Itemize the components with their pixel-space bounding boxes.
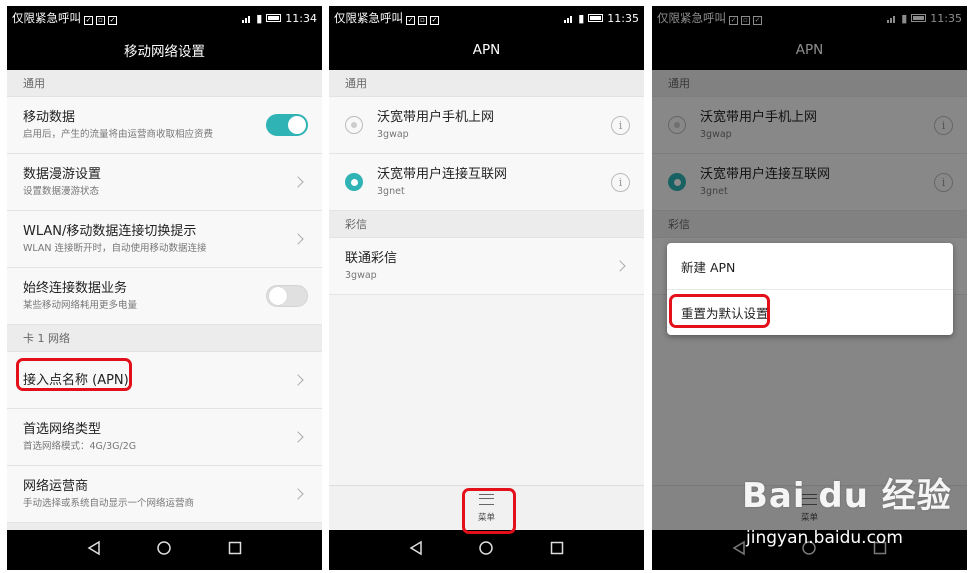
apn-name: 联通彩信 [345, 250, 398, 266]
info-icon[interactable]: i [611, 172, 630, 192]
carrier-text: 仅限紧急呼叫 [334, 11, 403, 25]
clock-text: 11:35 [607, 11, 639, 25]
apn-name: 沃宽带用户连接互联网 [377, 166, 508, 182]
setting-apn[interactable]: 接入点名称 (APN) [7, 352, 322, 409]
back-icon[interactable] [86, 540, 102, 560]
apn-list: 通用 沃宽带用户手机上网 3gwap i 沃宽带用户连接互联网 3gnet i 彩信… [329, 70, 644, 295]
status-bar: 仅限紧急呼叫 ✓ ▫ ✓ ▮ 11:35 [329, 6, 644, 30]
setting-title: WLAN/移动数据连接切换提示 [23, 223, 197, 239]
radio-button[interactable] [345, 116, 363, 134]
setting-title: 移动数据 [23, 109, 76, 125]
image-icon: ▫ [96, 16, 105, 25]
home-icon[interactable] [156, 540, 172, 560]
status-bar: 仅限紧急呼叫 ✓ ▫ ✓ ▮ 11:34 [7, 6, 322, 30]
apn-value: 3gwap [345, 269, 377, 281]
navigation-bar [7, 530, 322, 570]
setting-title: 接入点名称 (APN) [23, 372, 129, 388]
apn-name: 沃宽带用户手机上网 [377, 109, 495, 125]
hamburger-icon [478, 493, 494, 505]
page-title: 移动网络设置 [7, 30, 322, 70]
apn-item-3gwap[interactable]: 沃宽带用户手机上网 3gwap i [329, 97, 644, 154]
signal-icon [564, 14, 574, 23]
setting-title: 网络运营商 [23, 478, 89, 494]
page-title: APN [329, 30, 644, 70]
menu-item-new-apn[interactable]: 新建 APN [667, 243, 953, 289]
notification-icon: ✓ [406, 16, 415, 25]
menu-button[interactable]: 菜单 [477, 493, 495, 523]
chevron-right-icon [292, 374, 304, 386]
notification-icon: ✓ [84, 16, 93, 25]
recent-apps-icon[interactable] [227, 540, 243, 560]
section-header-general: 通用 [7, 70, 322, 97]
setting-subtitle: 设置数据漫游状态 [23, 185, 100, 197]
options-menu-dialog: 新建 APN 重置为默认设置 [667, 243, 953, 335]
phone-screen-apn-list: 仅限紧急呼叫 ✓ ▫ ✓ ▮ 11:35 APN 通用 沃宽带用户手机上网 3gwap … [329, 6, 644, 570]
battery-icon [266, 14, 282, 22]
info-icon[interactable]: i [611, 115, 630, 135]
menu-label: 菜单 [477, 512, 495, 523]
baidu-watermark-logo: Bai du 经验 [742, 476, 952, 516]
setting-subtitle: 启用后，产生的流量将由运营商收取相应资费 [23, 128, 214, 140]
mms-apn-item[interactable]: 联通彩信 3gwap [329, 238, 644, 295]
battery-icon [588, 14, 604, 22]
apn-value: 3gwap [377, 128, 409, 140]
settings-list: 通用 移动数据启用后，产生的流量将由运营商收取相应资费 数据漫游设置设置数据漫游… [7, 70, 322, 550]
always-on-data-toggle[interactable] [266, 285, 308, 307]
setting-mobile-data[interactable]: 移动数据启用后，产生的流量将由运营商收取相应资费 [7, 97, 322, 154]
apn-value: 3gnet [377, 185, 405, 197]
setting-wlan-switch-prompt[interactable]: WLAN/移动数据连接切换提示 WLAN 连接断开时，自动使用移动数据连接 [7, 211, 322, 268]
setting-title: 始终连接数据业务 [23, 280, 128, 296]
notification-icon: ✓ [430, 16, 439, 25]
clock-text: 11:34 [285, 11, 317, 25]
section-header-sim1: 卡 1 网络 [7, 325, 322, 352]
image-icon: ▫ [418, 16, 427, 25]
signal-icon [242, 14, 252, 23]
setting-title: 数据漫游设置 [23, 166, 102, 182]
setting-subtitle: 手动选择或系统自动显示一个网络运营商 [23, 497, 195, 509]
setting-data-roaming[interactable]: 数据漫游设置设置数据漫游状态 [7, 154, 322, 211]
setting-subtitle: 某些移动网络耗用更多电量 [23, 299, 138, 311]
radio-button-selected[interactable] [345, 173, 363, 191]
baidu-watermark-url: jingyan.baidu.com [746, 528, 903, 548]
sim-icon: ▮ [578, 11, 585, 25]
setting-subtitle: WLAN 连接断开时，自动使用移动数据连接 [23, 242, 207, 254]
screenshot-collage: 仅限紧急呼叫 ✓ ▫ ✓ ▮ 11:34 移动网络设置 通用 移动数据 启用后，产生的流… [0, 0, 972, 573]
chevron-right-icon [614, 260, 626, 272]
setting-title: 首选网络类型 [23, 421, 102, 437]
phone-screen-mobile-network: 仅限紧急呼叫 ✓ ▫ ✓ ▮ 11:34 移动网络设置 通用 移动数据 启用后，产生的流… [7, 6, 322, 570]
carrier-text: 仅限紧急呼叫 [12, 11, 81, 25]
back-icon[interactable] [408, 540, 424, 560]
navigation-bar [329, 530, 644, 570]
chevron-right-icon [292, 488, 304, 500]
chevron-right-icon [292, 233, 304, 245]
chevron-right-icon [292, 431, 304, 443]
section-header-mms: 彩信 [329, 211, 644, 238]
chevron-right-icon [292, 176, 304, 188]
setting-network-operator[interactable]: 网络运营商手动选择或系统自动显示一个网络运营商 [7, 466, 322, 523]
notification-icon: ✓ [108, 16, 117, 25]
apn-item-3gnet[interactable]: 沃宽带用户连接互联网 3gnet i [329, 154, 644, 211]
recent-apps-icon[interactable] [549, 540, 565, 560]
bottom-menu-bar: 菜单 [329, 485, 644, 530]
menu-item-reset-default[interactable]: 重置为默认设置 [667, 289, 953, 335]
setting-preferred-network-type[interactable]: 首选网络类型首选网络模式：4G/3G/2G [7, 409, 322, 466]
sim-icon: ▮ [256, 11, 263, 25]
section-header-general: 通用 [329, 70, 644, 97]
home-icon[interactable] [478, 540, 494, 560]
setting-always-on-data[interactable]: 始终连接数据业务某些移动网络耗用更多电量 [7, 268, 322, 325]
setting-subtitle: 首选网络模式：4G/3G/2G [23, 440, 137, 452]
mobile-data-toggle[interactable] [266, 114, 308, 136]
